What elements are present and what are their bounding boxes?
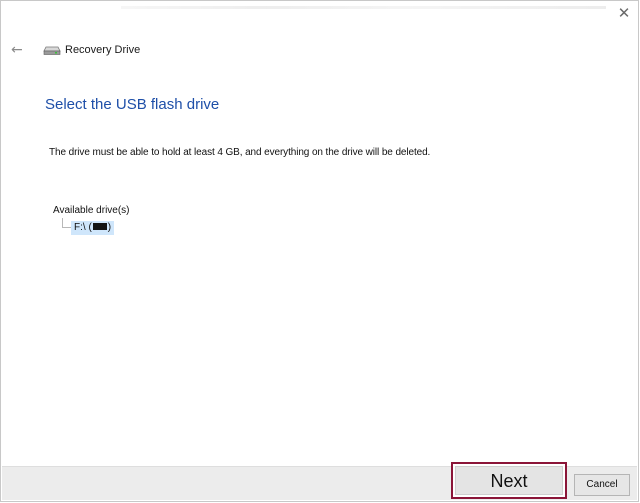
next-button-label: Next [455, 466, 563, 495]
wizard-header: ← Recovery Drive [1, 41, 301, 61]
tree-connector [62, 218, 71, 228]
page-title: Select the USB flash drive [45, 96, 220, 113]
app-title: Recovery Drive [65, 44, 141, 56]
close-icon[interactable]: ✕ [616, 5, 632, 21]
recovery-drive-window: ✕ ← Recovery Drive Select the USB flash … [0, 0, 639, 502]
redacted-drive-name [92, 222, 107, 230]
available-drives-label: Available drive(s) [53, 205, 130, 216]
drive-letter: F:\ ( [74, 222, 92, 233]
blurred-title-text [121, 6, 606, 9]
drive-icon [43, 46, 61, 55]
cancel-button[interactable]: Cancel [574, 474, 630, 496]
next-button[interactable]: Next [451, 462, 567, 499]
drive-close-paren: ) [107, 222, 112, 233]
drive-list-item-f[interactable]: F:\ () [71, 221, 115, 235]
instruction-text: The drive must be able to hold at least … [49, 147, 431, 158]
back-arrow-icon[interactable]: ← [11, 41, 27, 59]
